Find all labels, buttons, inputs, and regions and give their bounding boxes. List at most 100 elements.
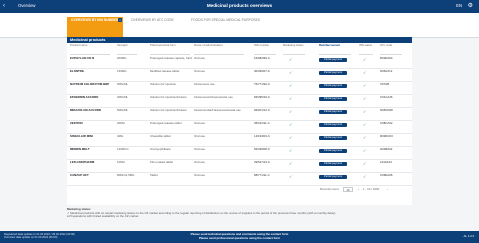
reimbursement-badge: Partial payment xyxy=(319,84,347,88)
page-range: 1 - 10 / 3400 xyxy=(363,187,380,191)
reimbursement-badge: Partial payment xyxy=(319,71,347,75)
table-row[interactable]: EUPHYLLIN CR N 200MG Prolonged-release cap… xyxy=(67,55,412,69)
pharm-form: Solution for injection/infusion xyxy=(150,96,187,99)
strength: 4MG xyxy=(117,135,124,138)
product-name[interactable]: ELONTRIL xyxy=(70,70,114,74)
col-atc-code[interactable]: ATC code xyxy=(380,44,402,55)
strength: 200MG xyxy=(117,57,127,60)
atc-code: C09DA06 xyxy=(380,174,393,177)
marketing-status-check-icon: ✓ xyxy=(289,96,293,101)
product-name[interactable]: EPHEDRIN ACCORD xyxy=(70,96,114,100)
pharm-form: Oral lyophilisate xyxy=(150,148,171,151)
atc-code: C08CA02 xyxy=(380,122,393,125)
pharm-form: Film-coated tablet xyxy=(150,161,173,164)
atc-code: N05CD08 xyxy=(380,109,393,112)
route: Intravenous use xyxy=(194,83,215,86)
reimbursement-badge: Partial payment xyxy=(319,123,347,127)
tab-foods-special-purposes[interactable]: FOODS FOR SPECIAL MEDICAL PURPOSES xyxy=(187,17,277,37)
language-selector[interactable]: EN xyxy=(456,3,462,9)
product-name[interactable]: MIDAZOLAM ACCORD xyxy=(70,109,114,113)
tab-label: OVERVIEWS BY ATC CODE xyxy=(131,18,174,22)
atc-code: H01BA02 xyxy=(380,148,393,151)
strength: 3MG/ML xyxy=(117,96,129,99)
table-row[interactable]: CANZAP HCT 8MG/12,5MG Tablet Oral use 58/771… xyxy=(67,172,412,186)
page-prev-button[interactable]: ‹ xyxy=(358,187,359,192)
atc-code: V07AB xyxy=(380,83,389,86)
records-per-page-select[interactable]: 10 xyxy=(343,187,353,192)
tab-overviews-by-atc[interactable]: OVERVIEWS BY ATC CODE xyxy=(127,17,183,37)
marketing-status-notes: Marketing status: ✓ Medicinal products w… xyxy=(67,207,336,219)
marketing-status-check-icon: ✓ xyxy=(289,161,293,166)
table-row[interactable]: SINGULAIR MINI 4MG Chewable tablet Oral use… xyxy=(67,133,412,147)
atc-code: R03DC03 xyxy=(380,135,393,138)
inn-number: 30/336/07-C xyxy=(254,70,270,73)
medicinal-products-panel: Medicinal products Product name Strength… xyxy=(67,37,412,205)
route: Intravenous/Intramuscular use xyxy=(194,96,233,99)
product-name[interactable]: EUPHYLLIN CR N xyxy=(70,57,114,61)
panel-header: Medicinal products xyxy=(67,37,412,43)
table-row[interactable]: EPHEDRIN ACCORD 3MG/ML Solution for inject… xyxy=(67,94,412,108)
inn-number: 29/527/13-C xyxy=(254,161,270,164)
info-icon: i xyxy=(118,18,122,22)
inn-status-check-icon: ✓ xyxy=(363,161,367,166)
col-reimbursement[interactable]: Reimbursement xyxy=(319,44,351,55)
inn-number: 35/012/11-C xyxy=(254,122,270,125)
atc-code: L04AA13 xyxy=(380,161,392,164)
pharm-form: Modified-release tablet xyxy=(150,70,180,73)
route: Oral use xyxy=(194,122,205,125)
inn-status-check-icon: ✓ xyxy=(363,148,367,153)
route: Intramuscular/Intravenous/rectal use xyxy=(194,109,241,112)
strength: 20MG xyxy=(117,122,125,125)
panel-title: Medicinal products xyxy=(70,37,106,42)
col-marketing-status[interactable]: Marketing status xyxy=(283,44,305,55)
table-row[interactable]: MIDAZOLAM ACCORD 5MG/ML Solution for injec… xyxy=(67,107,412,121)
professional-contact-link[interactable]: Please send professional questions using… xyxy=(0,236,479,241)
col-inn-number[interactable]: INN number xyxy=(254,44,276,55)
inn-number: 76/771/92-C xyxy=(254,83,270,86)
product-name[interactable]: NATRIUM CHLORATUM BBP xyxy=(70,83,114,87)
col-product-name[interactable]: Product name xyxy=(70,44,110,55)
table-row[interactable]: MINIRIN MELT 120MCG Oral lyophilisate Oral … xyxy=(67,146,412,160)
inn-number: 58/771/11-C xyxy=(254,174,270,177)
strength: 10MG xyxy=(117,161,125,164)
strength: 8MG/12,5MG xyxy=(117,174,135,177)
inn-status-check-icon: ✓ xyxy=(363,83,367,88)
product-name[interactable]: ZEKITON xyxy=(70,122,114,126)
marketing-status-check-icon: ✓ xyxy=(289,57,293,62)
product-name[interactable]: LEFLUNOPHARM xyxy=(70,161,114,165)
strength: 120MCG xyxy=(117,148,129,151)
reimbursement-badge: Partial payment xyxy=(319,136,347,140)
top-bar: ‹ Overview Medicinal products overviews … xyxy=(0,0,479,13)
col-route[interactable]: Route of administration xyxy=(194,44,244,55)
footer: Registered data update on 01.03.2022 / 2… xyxy=(0,231,479,243)
table-row[interactable]: LEFLUNOPHARM 10MG Film-coated tablet Oral u… xyxy=(67,159,412,173)
page-next-button[interactable]: › xyxy=(387,187,388,192)
reimbursement-badge: Partial payment xyxy=(319,110,347,114)
product-name[interactable]: MINIRIN MELT xyxy=(70,148,114,152)
table-row[interactable]: NATRIUM CHLORATUM BBP 9MG/ML Solution for … xyxy=(67,81,412,95)
inn-number: 56/339/08-C xyxy=(254,148,270,151)
reimbursement-badge: Partial payment xyxy=(319,162,347,166)
col-pharm-form[interactable]: Pharmaceutical form xyxy=(150,44,190,55)
tab-label: FOODS FOR SPECIAL MEDICAL PURPOSES xyxy=(191,18,261,22)
inn-number: 66/395/19-C xyxy=(254,96,270,99)
product-name[interactable]: CANZAP HCT xyxy=(70,174,114,178)
table-row[interactable]: ZEKITON 20MG Prolonged-release tablet Oral … xyxy=(67,120,412,134)
route: Oral use xyxy=(194,148,205,151)
inn-status-check-icon: ✓ xyxy=(363,122,367,127)
inn-number: 14/193/03-C xyxy=(254,135,270,138)
tab-label: OVERVIEWS BY INN NUMBER xyxy=(71,18,119,22)
pharm-form: Prolonged-release capsule, hard xyxy=(150,57,192,60)
marketing-status-check-icon: ✓ xyxy=(289,122,293,127)
reimbursement-badge: Partial payment xyxy=(319,58,347,62)
records-count-label: Records count xyxy=(320,187,339,191)
col-strength[interactable]: Strength xyxy=(117,44,137,55)
table-row[interactable]: ELONTRIL 150MG Modified-release tablet Oral… xyxy=(67,68,412,82)
strength: 9MG/ML xyxy=(117,83,129,86)
col-inn-status[interactable]: INN status xyxy=(359,44,373,55)
product-name[interactable]: SINGULAIR MINI xyxy=(70,135,114,139)
page-title: Medicinal products overviews xyxy=(206,3,273,8)
atc-code: R03DA04 xyxy=(380,57,393,60)
tab-overviews-by-inn[interactable]: OVERVIEWS BY INN NUMBER i xyxy=(67,17,123,37)
gear-icon[interactable]: ⚙ xyxy=(468,2,473,10)
